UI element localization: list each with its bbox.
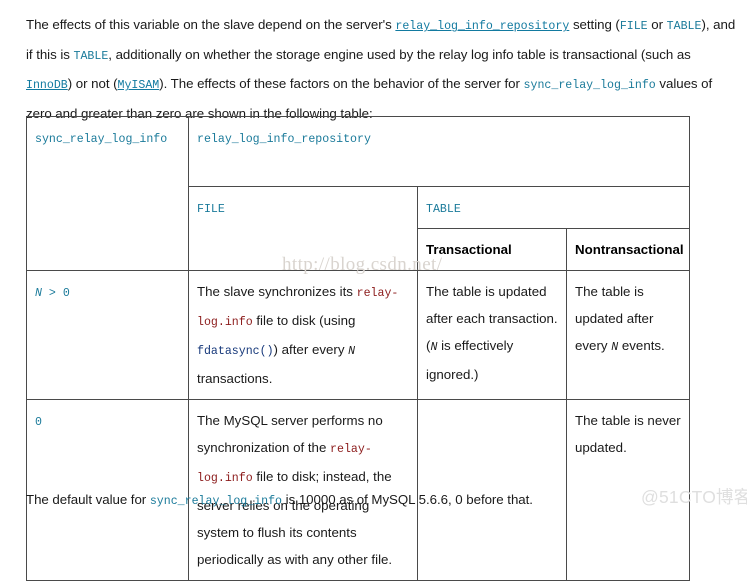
cell-variable-n: N: [348, 345, 356, 358]
header-label-table: TABLE: [426, 203, 461, 216]
header-label-nontransactional: Nontransactional: [575, 242, 684, 257]
code-fdatasync: fdatasync(): [197, 345, 274, 358]
cell-text-3: ) after every: [273, 342, 349, 357]
intro-text-2: setting (: [569, 17, 620, 33]
code-table-1: TABLE: [666, 20, 702, 34]
footer-text-2: is 10000 as of MySQL 5.6.6, 0 before tha…: [282, 492, 533, 508]
header-cell-transactional: Transactional: [417, 228, 567, 271]
row-value-rest: 0: [35, 416, 42, 429]
header-label-transactional: Transactional: [426, 242, 512, 257]
intro-text-5: , additionally on whether the storage en…: [108, 46, 691, 62]
intro-text-1: The effects of this variable on the slav…: [26, 17, 396, 33]
cell-text-1: The table is never updated.: [575, 413, 681, 455]
header-label-repo: relay_log_info_repository: [197, 133, 371, 146]
intro-text-3: or: [647, 17, 667, 33]
link-relay-log-info-repository[interactable]: relay_log_info_repository: [395, 20, 569, 33]
cell-text-2: events.: [618, 338, 665, 353]
code-file: FILE: [619, 20, 648, 34]
row-value-variable: N: [35, 287, 42, 300]
document-page: The effects of this variable on the slav…: [0, 0, 747, 581]
intro-paragraph: The effects of this variable on the slav…: [26, 11, 738, 127]
header-label-file: FILE: [197, 203, 225, 216]
row-transactional-cell: The table is updated after each transact…: [417, 270, 567, 400]
row-value-cell: N > 0: [26, 270, 189, 400]
header-cell-table: TABLE: [417, 186, 690, 229]
header-cell-file: FILE: [188, 186, 418, 271]
cell-text-2: is effectively ignored.): [426, 338, 514, 382]
code-sync-relay-log-info: sync_relay_log_info: [149, 495, 283, 509]
header-cell-relay-log-info-repository: relay_log_info_repository: [188, 116, 690, 187]
header-label-sync: sync_relay_log_info: [35, 133, 168, 146]
table-header-row-1: sync_relay_log_info relay_log_info_repos…: [26, 116, 690, 271]
code-table-2: TABLE: [73, 49, 109, 63]
header-cell-sync-relay-log-info: sync_relay_log_info: [26, 116, 189, 271]
row-nontransactional-cell: The table is updated after every N event…: [566, 270, 690, 400]
row-value-rest: > 0: [41, 287, 70, 300]
cell-text-2: file to disk (using: [252, 313, 356, 328]
link-myisam[interactable]: MyISAM: [118, 79, 160, 92]
intro-text-7: ). The effects of these factors on the b…: [159, 76, 524, 92]
footer-paragraph: The default value for sync_relay_log_inf…: [26, 486, 686, 516]
intro-text-6: ) or not (: [67, 76, 118, 92]
footer-text-1: The default value for: [26, 492, 150, 508]
header-cell-nontransactional: Nontransactional: [566, 228, 690, 271]
cell-text-4: transactions.: [197, 371, 273, 386]
row-file-cell: The slave synchronizes its relay-log.inf…: [188, 270, 418, 400]
code-sync-relay-log-info: sync_relay_log_info: [523, 79, 656, 93]
table-row: N > 0 The slave synchronizes its relay-l…: [26, 270, 690, 400]
cell-text-1: The slave synchronizes its: [197, 284, 357, 299]
link-innodb[interactable]: InnoDB: [26, 79, 68, 92]
